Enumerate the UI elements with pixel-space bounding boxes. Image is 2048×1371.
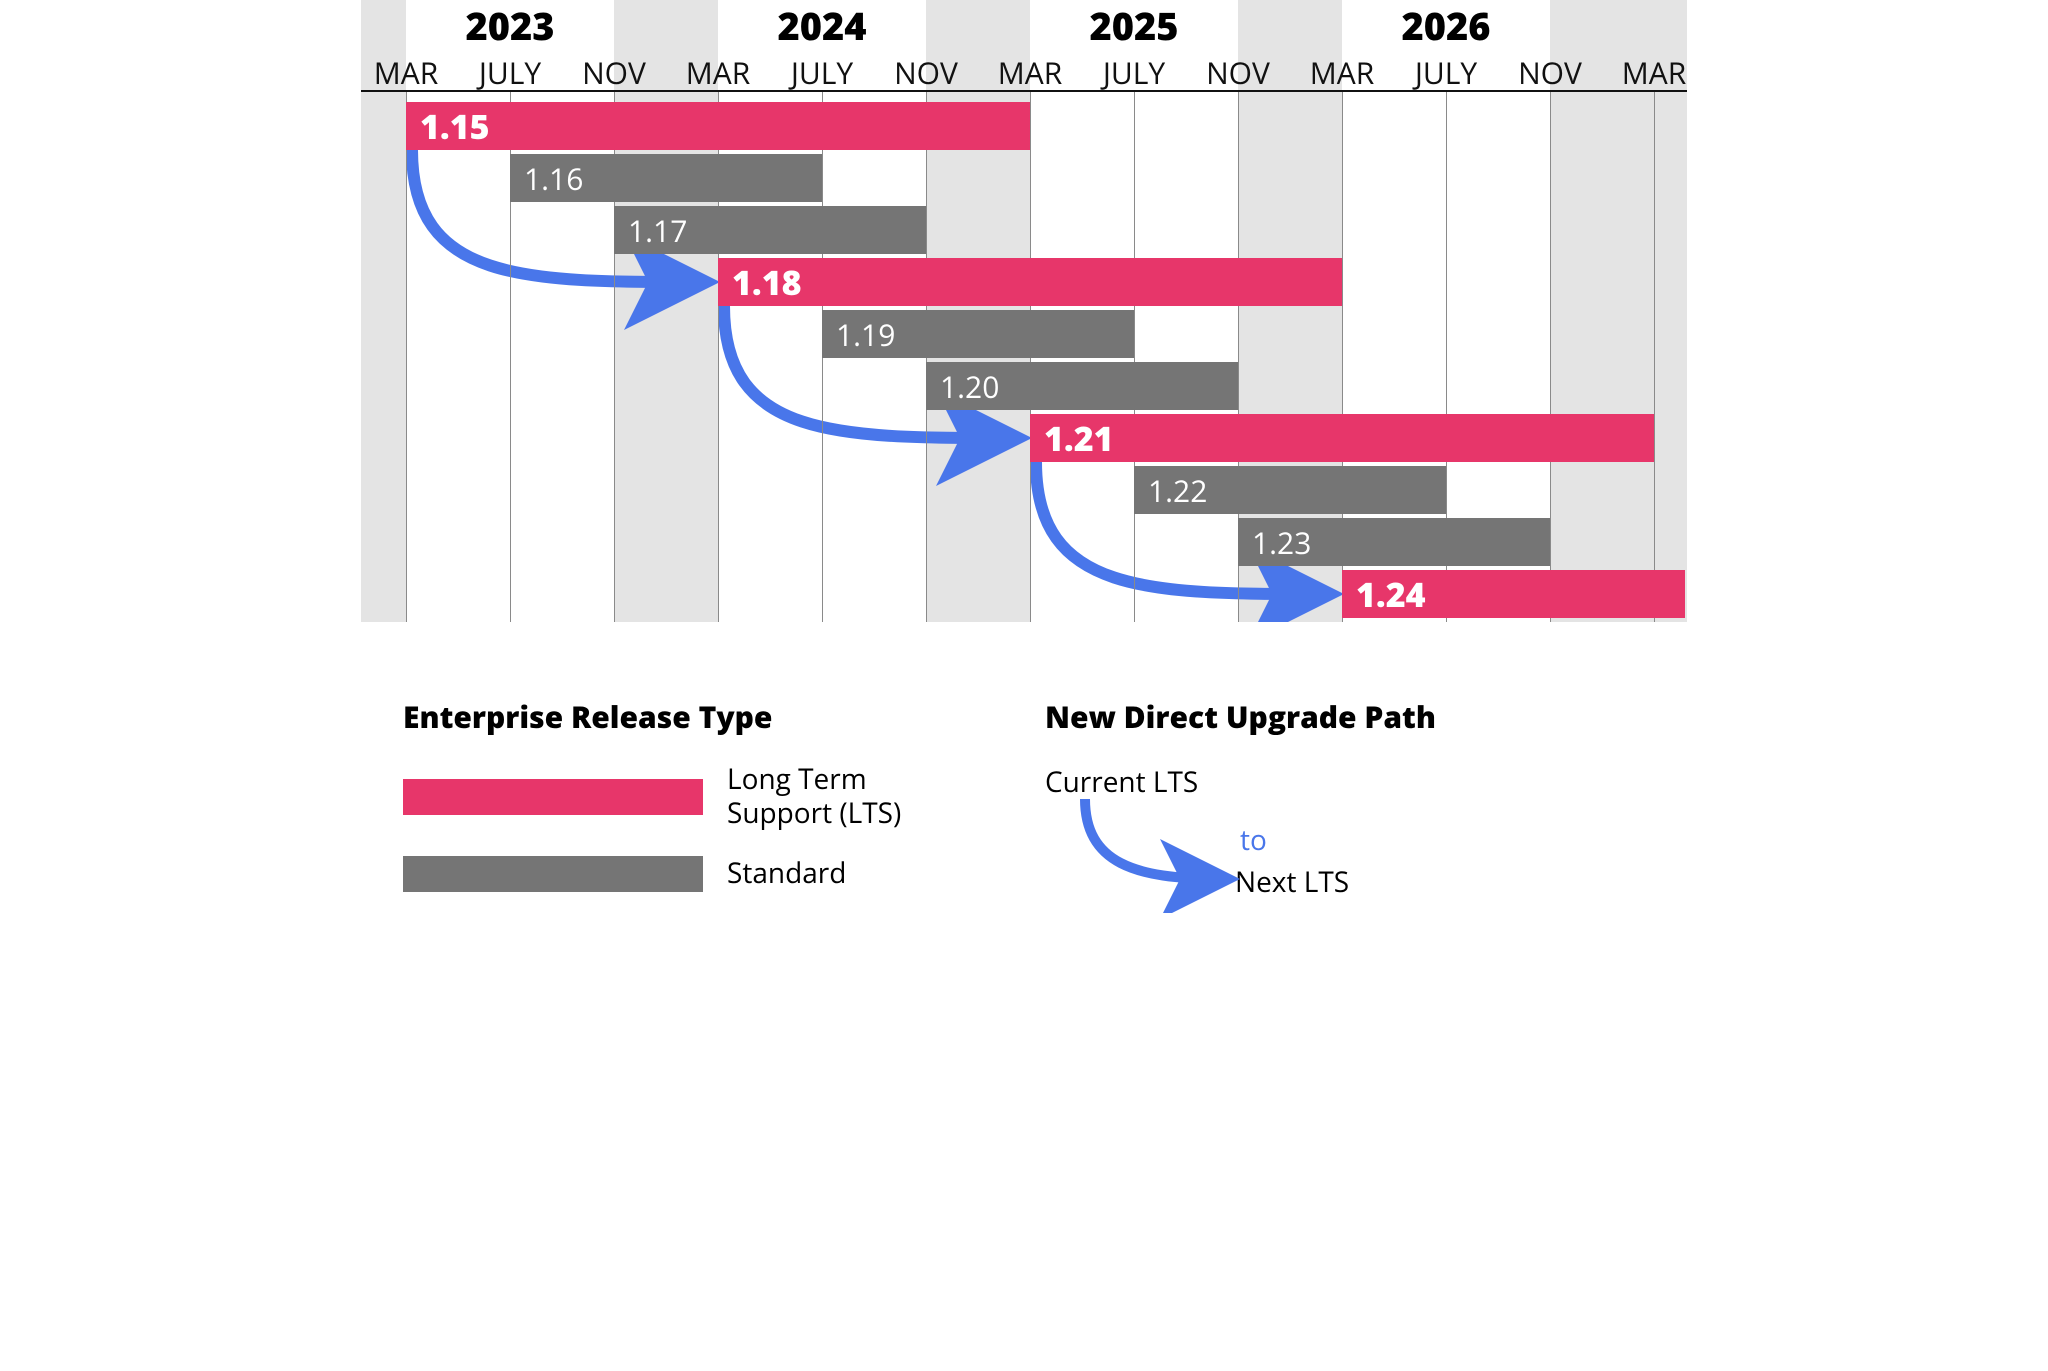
year-label: 2025 xyxy=(1034,0,1234,52)
legend-upgrade-path: New Direct Upgrade Path Current LTS to N… xyxy=(1045,696,1687,918)
year-label: 2026 xyxy=(1346,0,1546,52)
month-label: MAR xyxy=(1609,52,1699,93)
year-header-row: 2023202420252026 xyxy=(361,0,1687,48)
release-bar-1-23: 1.23 xyxy=(1238,518,1550,566)
month-label: MAR xyxy=(673,52,763,93)
month-label: MAR xyxy=(985,52,1075,93)
gridline xyxy=(1654,92,1655,622)
legend-label-lts: Long Term Support (LTS) xyxy=(727,763,947,830)
legend-title-left: Enterprise Release Type xyxy=(403,696,1045,737)
release-bar-1-19: 1.19 xyxy=(822,310,1134,358)
legend: Enterprise Release Type Long Term Suppor… xyxy=(361,696,1687,918)
chart-area: 2023202420252026 MARJULYNOVMARJULYNOVMAR… xyxy=(361,0,1687,670)
release-bar-1-20: 1.20 xyxy=(926,362,1238,410)
month-label: NOV xyxy=(569,52,659,93)
month-header-row: MAR JULY NOV MAR JULY NOV MAR JULY NOV MAR JULY NOV… xyxy=(361,48,1687,92)
release-bar-1-24: 1.24 xyxy=(1342,570,1685,618)
release-bar-1-16: 1.16 xyxy=(510,154,822,202)
legend-item-std: Standard xyxy=(403,856,1045,892)
legend-upgrade-diagram: Current LTS to Next LTS xyxy=(1045,763,1385,913)
release-bar-1-18: 1.18 xyxy=(718,258,1342,306)
swatch-lts xyxy=(403,779,703,815)
legend-release-type: Enterprise Release Type Long Term Suppor… xyxy=(403,696,1045,918)
year-label: 2023 xyxy=(410,0,610,52)
release-bar-1-15: 1.15 xyxy=(406,102,1030,150)
month-label: NOV xyxy=(1505,52,1595,93)
swatch-std xyxy=(403,856,703,892)
month-label: NOV xyxy=(1193,52,1283,93)
legend-title-right: New Direct Upgrade Path xyxy=(1045,696,1687,737)
month-label: JULY xyxy=(1401,52,1491,93)
release-bar-1-17: 1.17 xyxy=(614,206,926,254)
year-label: 2024 xyxy=(722,0,922,52)
release-bar-1-22: 1.22 xyxy=(1134,466,1446,514)
release-bar-1-21: 1.21 xyxy=(1030,414,1654,462)
gridline xyxy=(406,92,407,622)
legend-label-std: Standard xyxy=(727,857,846,891)
month-label: NOV xyxy=(881,52,971,93)
month-label: JULY xyxy=(465,52,555,93)
legend-arrow-icon xyxy=(1045,763,1385,913)
month-label: MAR xyxy=(1297,52,1387,93)
month-label: JULY xyxy=(1089,52,1179,93)
legend-item-lts: Long Term Support (LTS) xyxy=(403,763,1045,830)
gantt-body: 1.151.161.171.181.191.201.211.221.231.24 xyxy=(361,92,1687,622)
chart-root: 2023202420252026 MARJULYNOVMARJULYNOVMAR… xyxy=(361,0,1687,918)
month-label: JULY xyxy=(777,52,867,93)
month-label: MAR xyxy=(361,52,451,93)
